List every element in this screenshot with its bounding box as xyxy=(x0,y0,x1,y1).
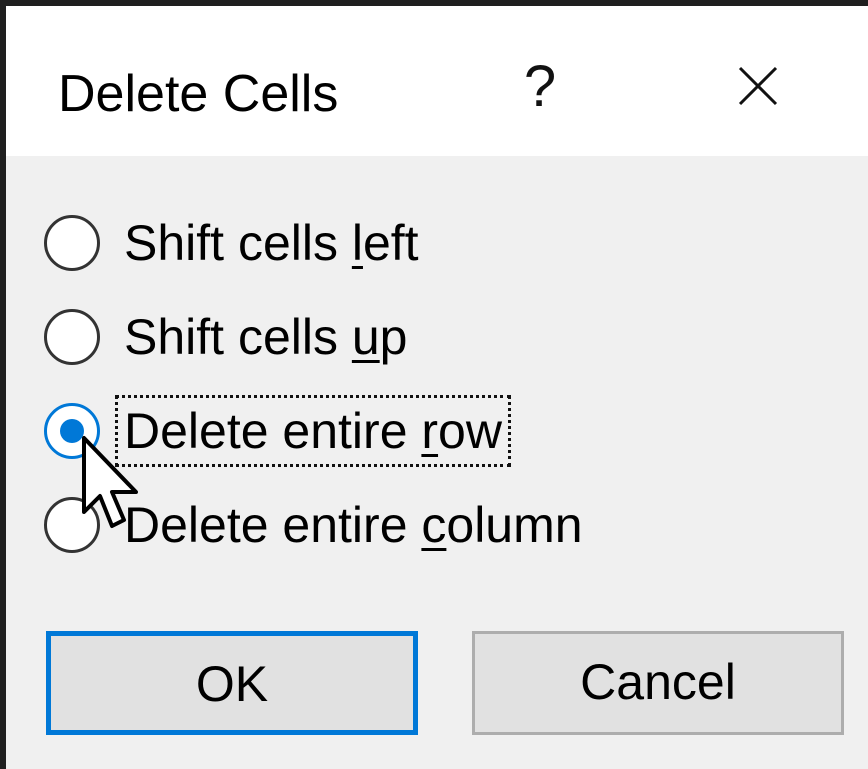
access-key: r xyxy=(421,403,439,459)
dialog-titlebar: Delete Cells ? xyxy=(6,6,868,156)
delete-cells-dialog: Delete Cells ? Shift cells left Shift ce… xyxy=(0,0,868,769)
option-delete-entire-row[interactable]: Delete entire row xyxy=(44,392,511,470)
option-label: Delete entire column xyxy=(124,497,583,553)
option-label: Shift cells left xyxy=(124,215,419,271)
access-key: c xyxy=(421,497,447,553)
dialog-title: Delete Cells xyxy=(58,65,339,123)
radio-delete-entire-row[interactable] xyxy=(44,403,100,459)
ok-button[interactable]: OK xyxy=(46,631,418,735)
option-label: Delete entire row xyxy=(115,395,511,467)
access-key: l xyxy=(351,215,363,271)
radio-shift-cells-up[interactable] xyxy=(44,309,100,365)
radio-shift-cells-left[interactable] xyxy=(44,215,100,271)
close-icon xyxy=(738,66,778,106)
radio-selected-dot xyxy=(60,419,84,443)
option-delete-entire-column[interactable]: Delete entire column xyxy=(44,486,589,564)
close-button[interactable] xyxy=(718,46,798,126)
cancel-button[interactable]: Cancel xyxy=(472,631,844,735)
option-shift-cells-left[interactable]: Shift cells left xyxy=(44,204,425,282)
access-key: u xyxy=(351,309,380,365)
help-button[interactable]: ? xyxy=(510,42,570,132)
option-shift-cells-up[interactable]: Shift cells up xyxy=(44,298,413,376)
option-label: Shift cells up xyxy=(124,309,408,365)
radio-delete-entire-column[interactable] xyxy=(44,497,100,553)
